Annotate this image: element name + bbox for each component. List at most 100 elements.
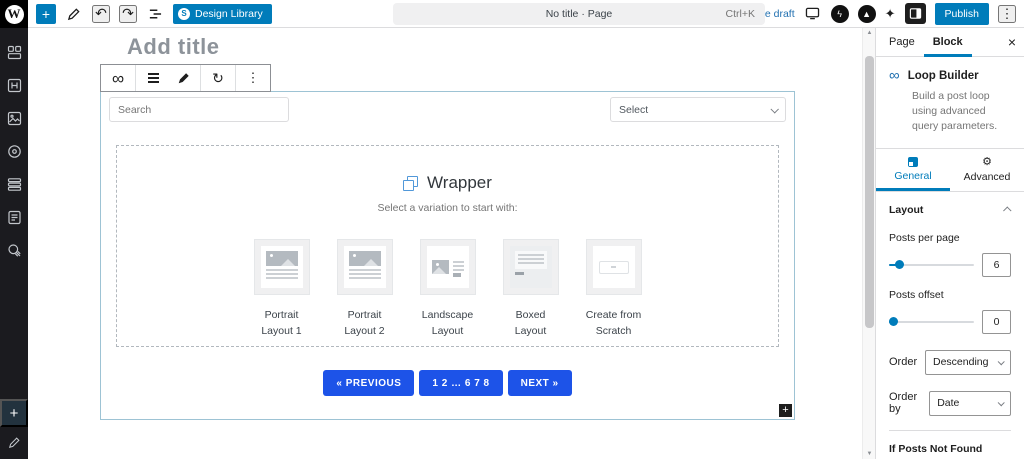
search-remove-icon[interactable] [6,242,22,258]
select-dropdown-value: Select [619,103,649,116]
variation-option[interactable]: Create from Scratch [584,239,644,340]
undo-button[interactable]: ↶ [92,4,110,23]
toolbar-group-sync: ↻ [201,65,236,91]
publish-button[interactable]: Publish [934,2,989,25]
tab-advanced[interactable]: ⚙ Advanced [950,149,1024,191]
variation-thumbnail[interactable] [502,239,559,295]
design-library-badge-icon: S [178,7,190,20]
plugin-bolt-icon[interactable]: ϟ [830,4,849,23]
rail-icon-list [6,44,22,258]
gear-icon: ⚙ [982,155,992,168]
design-library-label: Design Library [195,7,263,20]
variation-option[interactable]: Portrait Layout 2 [335,239,395,340]
list-view-icon[interactable] [146,5,164,23]
text-lines-placeholder [452,261,464,273]
variation-thumbnail[interactable] [336,239,393,295]
wrapper-heading: Wrapper [117,173,778,193]
editor-app: W + + ↶ ↷ S Design Library No title · Pa… [0,0,1024,459]
order-by-label: Order by [889,391,918,416]
editor-canvas: Add title ∞ ↻ ⋮ Search Select Wrapper Se… [28,28,862,459]
posts-offset-row [889,309,1011,334]
order-select[interactable]: Descending [925,349,1011,375]
posts-per-page-input[interactable] [982,252,1011,277]
document-icon[interactable] [6,209,22,225]
scrollbar-down-arrow[interactable]: ▼ [863,451,876,457]
close-icon[interactable]: × [1008,35,1016,49]
image-placeholder-icon [348,251,381,266]
heading-icon[interactable] [6,77,22,93]
block-inserter-button[interactable]: + [36,3,56,24]
command-palette[interactable]: No title · Page Ctrl+K [393,3,765,25]
scrollbar-up-arrow[interactable]: ▲ [863,30,876,36]
order-by-select-value: Date [937,397,960,410]
wrapper-block-icon [403,175,419,191]
preview-monitor-icon[interactable] [804,5,822,23]
variation-preview-card [260,246,303,288]
settings-panel-toggle-button[interactable] [904,3,926,24]
block-description-card: ∞ Loop Builder Build a post loop using a… [876,57,1024,149]
loop-builder-icon: ∞ [889,67,900,84]
image-icon[interactable] [6,110,22,126]
toolbar-group-block-type: ∞ [101,65,136,91]
design-library-button[interactable]: S Design Library [173,3,272,24]
tab-block[interactable]: Block [924,28,972,57]
pagination-button[interactable]: « PREVIOUS [323,370,415,396]
variation-option[interactable]: Portrait Layout 1 [252,239,312,340]
loop-builder-block-icon[interactable]: ∞ [103,65,133,91]
topbar-left-group: + ↶ ↷ S Design Library [36,3,272,24]
drag-bars [147,73,159,83]
tab-page[interactable]: Page [880,28,924,57]
if-posts-not-found-title: If Posts Not Found [889,442,983,455]
rail-edit-icon[interactable] [0,427,28,457]
plugin-triangle-icon[interactable]: ▲ [857,4,876,23]
wordpress-logo-icon: W [4,4,24,24]
variation-label: Boxed Layout [514,309,547,337]
order-by-select[interactable]: Date [929,390,1011,416]
pagination-row: « PREVIOUS 1 2 … 6 7 8 NEXT » [101,370,794,396]
rail-add-button[interactable]: + [0,399,28,427]
layout-panel-header[interactable]: Layout [889,202,1012,220]
posts-per-page-row [889,252,1011,277]
editor-topbar: + ↶ ↷ S Design Library No title · Page C… [28,0,1024,28]
ai-sparkle-icon[interactable]: ✦ [885,6,896,22]
topbar-right-group: Save draft ϟ ▲ ✦ Publish ⋮ [747,2,1016,25]
edit-mode-pencil-icon[interactable] [65,5,83,23]
blocks-icon[interactable] [6,44,22,60]
variation-option[interactable]: Landscape Layout [418,239,478,340]
brush-icon[interactable] [168,65,198,91]
command-shortcut: Ctrl+K [725,8,755,20]
variation-thumbnail[interactable] [419,239,476,295]
redo-button[interactable]: ↷ [119,4,137,23]
wordpress-logo[interactable]: W [0,0,28,28]
drag-icon[interactable] [138,65,168,91]
posts-offset-input[interactable] [982,309,1011,334]
tab-general[interactable]: General [876,149,950,191]
variation-option[interactable]: Boxed Layout [501,239,561,340]
button-placeholder [514,272,524,275]
loop-builder-block[interactable]: Select Wrapper Select a variation to sta… [100,91,795,420]
order-row: Order Descending [889,349,1011,375]
scrollbar-thumb[interactable] [865,56,874,328]
posts-per-page-slider[interactable] [889,260,974,270]
posts-offset-slider[interactable] [889,317,974,327]
variation-thumbnail[interactable] [253,239,310,295]
block-card-title: Loop Builder [907,69,979,82]
rows-icon[interactable] [6,176,22,192]
canvas-scrollbar[interactable]: ▲ ▼ [862,28,875,459]
options-menu-icon[interactable]: ⋮ [998,4,1016,23]
pagination-button[interactable]: 1 2 … 6 7 8 [419,370,503,396]
toolbar-group-move [136,65,201,91]
variation-preview-card [592,246,635,288]
select-dropdown[interactable]: Select [610,97,786,122]
disc-icon[interactable] [6,143,22,159]
variation-thumbnail[interactable] [585,239,642,295]
block-appender-button[interactable]: + [779,404,792,417]
post-title-placeholder[interactable]: Add title [127,34,862,60]
sync-icon[interactable]: ↻ [203,65,233,91]
general-tab-label: General [894,170,932,183]
block-options-icon[interactable]: ⋮ [238,65,268,91]
pagination-button[interactable]: NEXT » [507,370,572,396]
order-by-row: Order by Date [889,390,1011,416]
wrapper-title: Wrapper [427,173,492,192]
search-input[interactable] [109,97,289,122]
